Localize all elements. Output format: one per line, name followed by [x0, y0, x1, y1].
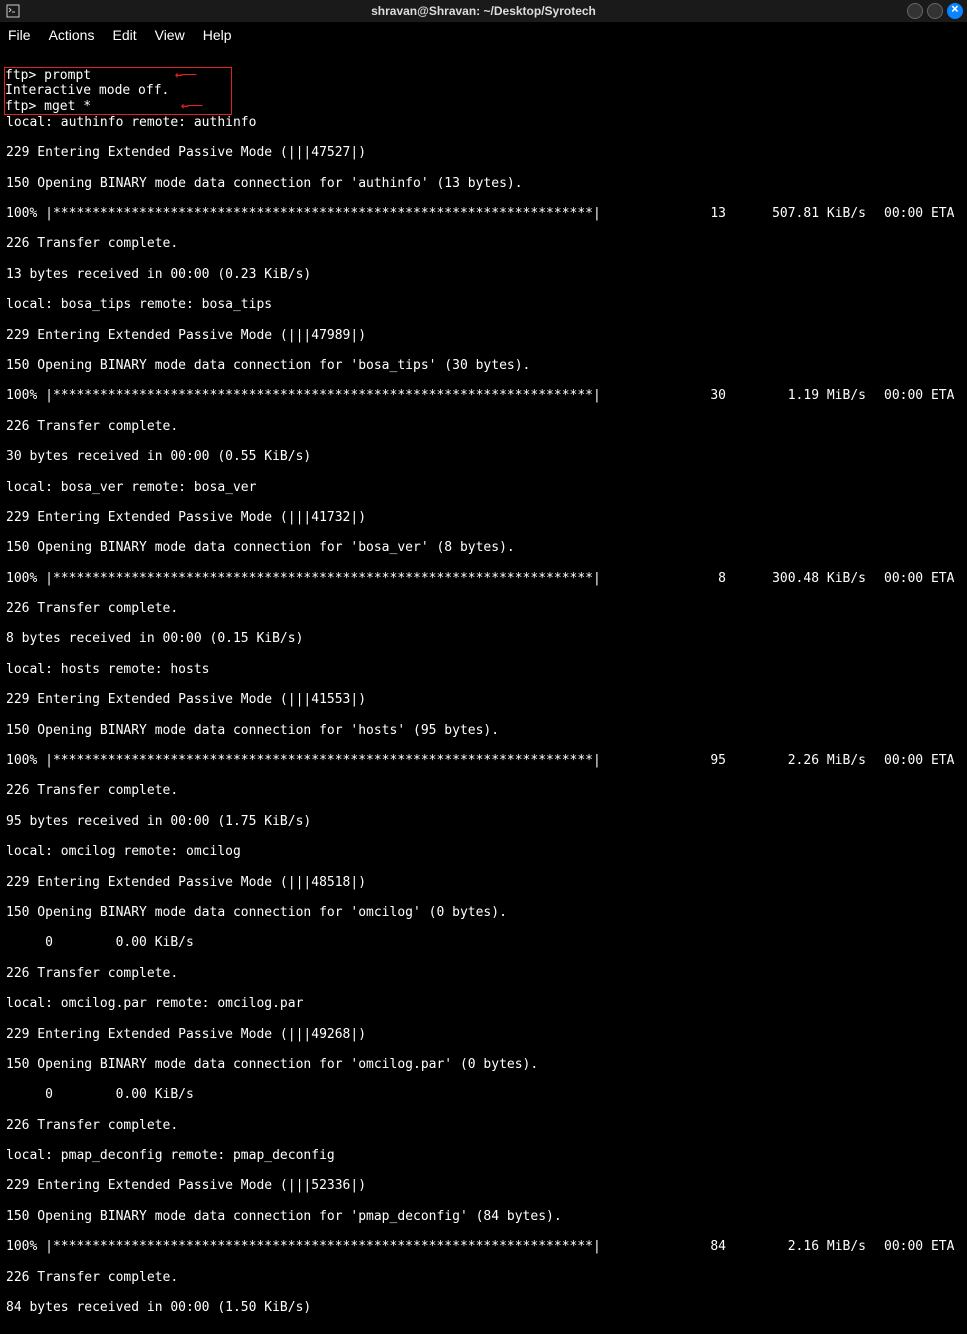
terminal-line: local: omcilog.par remote: omcilog.par	[6, 996, 303, 1011]
terminal-line: local: hosts remote: hosts	[6, 662, 210, 677]
terminal-line: 226 Transfer complete.	[6, 966, 178, 981]
transfer-speed: 300.48 KiB/s	[766, 571, 866, 586]
terminal-line: 30 bytes received in 00:00 (0.55 KiB/s)	[6, 449, 311, 464]
window-title: shravan@Shravan: ~/Desktop/Syrotech	[371, 4, 596, 18]
terminal-line: local: pmap_deconfig remote: pmap_deconf…	[6, 1148, 335, 1163]
terminal-line: 226 Transfer complete.	[6, 1118, 178, 1133]
terminal-line: 229 Entering Extended Passive Mode (|||4…	[6, 510, 366, 525]
arrow-icon: ←──	[181, 99, 201, 114]
terminal-line: 95 bytes received in 00:00 (1.75 KiB/s)	[6, 814, 311, 829]
eta: 00:00 ETA	[884, 1239, 954, 1254]
terminal-line: 229 Entering Extended Passive Mode (|||4…	[6, 1027, 366, 1042]
terminal-line: 150 Opening BINARY mode data connection …	[6, 540, 515, 555]
menu-help[interactable]: Help	[203, 27, 232, 43]
arrow-icon: ←──	[175, 68, 195, 83]
bytes-count: 8	[696, 571, 726, 586]
menu-view[interactable]: View	[155, 27, 185, 43]
terminal-line: 84 bytes received in 00:00 (1.50 KiB/s)	[6, 1300, 311, 1315]
transfer-speed: 2.16 MiB/s	[766, 1239, 866, 1254]
terminal-line: 229 Entering Extended Passive Mode (|||5…	[6, 1178, 366, 1193]
terminal-line: 150 Opening BINARY mode data connection …	[6, 358, 530, 373]
terminal-line: 229 Entering Extended Passive Mode (|||4…	[6, 145, 366, 160]
terminal-line: 0 0.00 KiB/s	[6, 1087, 202, 1102]
terminal-line: 226 Transfer complete.	[6, 783, 178, 798]
terminal-line: 13 bytes received in 00:00 (0.23 KiB/s)	[6, 267, 311, 282]
terminal-line: ftp> mget *	[5, 99, 91, 114]
terminal-line: local: bosa_ver remote: bosa_ver	[6, 480, 256, 495]
terminal-line: 229 Entering Extended Passive Mode (|||4…	[6, 875, 366, 890]
terminal-line: 8 bytes received in 00:00 (0.15 KiB/s)	[6, 631, 303, 646]
bytes-count: 30	[696, 388, 726, 403]
progress-bar: 100% |**********************************…	[6, 388, 601, 403]
bytes-count: 13	[696, 206, 726, 221]
maximize-button[interactable]	[927, 3, 943, 19]
transfer-speed: 507.81 KiB/s	[766, 206, 866, 221]
terminal-line: 150 Opening BINARY mode data connection …	[6, 1057, 538, 1072]
eta: 00:00 ETA	[884, 206, 954, 221]
menu-actions[interactable]: Actions	[49, 27, 95, 43]
progress-bar: 100% |**********************************…	[6, 1239, 601, 1254]
terminal-line: 226 Transfer complete.	[6, 601, 178, 616]
terminal-output[interactable]: ftp> prompt ←── Interactive mode off. ft…	[0, 48, 967, 1334]
progress-bar: 100% |**********************************…	[6, 753, 601, 768]
eta: 00:00 ETA	[884, 571, 954, 586]
bytes-count: 84	[696, 1239, 726, 1254]
command-highlight-box: ftp> prompt ←── Interactive mode off. ft…	[4, 67, 232, 115]
terminal-line: 226 Transfer complete.	[6, 1270, 178, 1285]
eta: 00:00 ETA	[884, 753, 954, 768]
menubar: File Actions Edit View Help	[0, 22, 967, 48]
terminal-line: local: omcilog remote: omcilog	[6, 844, 241, 859]
terminal-line: 226 Transfer complete.	[6, 419, 178, 434]
terminal-line: 229 Entering Extended Passive Mode (|||4…	[6, 692, 366, 707]
transfer-speed: 2.26 MiB/s	[766, 753, 866, 768]
menu-file[interactable]: File	[8, 27, 31, 43]
window-controls	[907, 3, 963, 19]
terminal-line: 150 Opening BINARY mode data connection …	[6, 176, 523, 191]
close-button[interactable]	[947, 3, 963, 19]
bytes-count: 95	[696, 753, 726, 768]
terminal-line: 229 Entering Extended Passive Mode (|||4…	[6, 328, 366, 343]
terminal-line: 226 Transfer complete.	[6, 236, 178, 251]
progress-bar: 100% |**********************************…	[6, 571, 601, 586]
terminal-line: 150 Opening BINARY mode data connection …	[6, 1209, 562, 1224]
titlebar: shravan@Shravan: ~/Desktop/Syrotech	[0, 0, 967, 22]
terminal-line: 150 Opening BINARY mode data connection …	[6, 723, 499, 738]
terminal-line: ftp> prompt	[5, 68, 91, 83]
terminal-line: local: authinfo remote: authinfo	[6, 115, 256, 130]
menu-edit[interactable]: Edit	[112, 27, 136, 43]
eta: 00:00 ETA	[884, 388, 954, 403]
terminal-line: Interactive mode off.	[5, 83, 169, 98]
terminal-icon	[6, 4, 20, 18]
terminal-line: 0 0.00 KiB/s	[6, 935, 202, 950]
minimize-button[interactable]	[907, 3, 923, 19]
transfer-speed: 1.19 MiB/s	[766, 388, 866, 403]
progress-bar: 100% |**********************************…	[6, 206, 601, 221]
terminal-line: local: bosa_tips remote: bosa_tips	[6, 297, 272, 312]
terminal-line: 150 Opening BINARY mode data connection …	[6, 905, 507, 920]
